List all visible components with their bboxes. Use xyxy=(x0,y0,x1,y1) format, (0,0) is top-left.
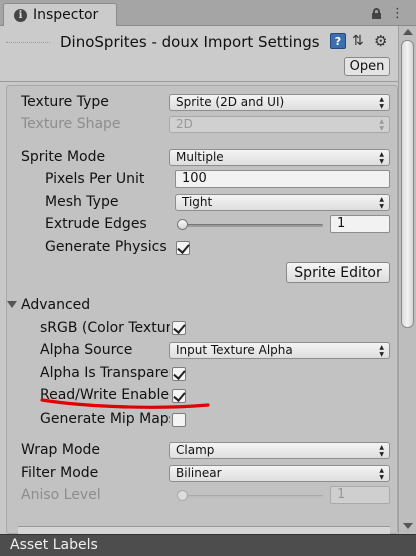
aniso-level-slider xyxy=(180,495,323,498)
alpha-transparency-checkbox[interactable] xyxy=(172,367,186,381)
dropdown-arrow-icon: ▲ ▼ xyxy=(379,467,384,481)
texture-type-dropdown[interactable]: Sprite (2D and UI) ▲ ▼ xyxy=(169,94,390,111)
wrap-mode-dropdown[interactable]: Clamp ▲ ▼ xyxy=(169,442,390,459)
sprite-editor-button[interactable]: Sprite Editor xyxy=(286,262,390,283)
extrude-edges-field[interactable]: 1 xyxy=(330,215,390,233)
vertical-scrollbar[interactable] xyxy=(398,26,416,534)
pixels-per-unit-field[interactable]: 100 xyxy=(175,170,390,188)
generate-physics-checkbox[interactable] xyxy=(176,241,190,255)
filter-mode-dropdown[interactable]: Bilinear ▲ ▼ xyxy=(169,465,390,482)
sliders-icon[interactable]: ⇅ xyxy=(352,33,368,49)
aniso-level-slider-knob xyxy=(177,490,188,501)
dropdown-arrow-icon: ▲ ▼ xyxy=(379,96,384,110)
gear-icon[interactable]: ⚙ xyxy=(374,33,390,49)
wrap-mode-label: Wrap Mode xyxy=(21,442,101,458)
alpha-source-value: Input Texture Alpha xyxy=(176,343,293,357)
texture-type-label: Texture Type xyxy=(21,94,109,110)
pixels-per-unit-label: Pixels Per Unit xyxy=(45,171,145,187)
generate-mip-maps-label: Generate Mip Maps xyxy=(40,411,170,427)
sprite-mode-dropdown[interactable]: Multiple ▲ ▼ xyxy=(169,149,390,166)
dropdown-arrow-icon: ▲ ▼ xyxy=(379,196,384,210)
asset-thumbnail xyxy=(6,42,50,62)
extrude-edges-slider[interactable] xyxy=(180,224,323,227)
dropdown-arrow-icon: ▲ ▼ xyxy=(379,344,384,358)
aniso-level-label: Aniso Level xyxy=(21,487,101,503)
filter-mode-value: Bilinear xyxy=(176,466,222,480)
info-icon: i xyxy=(14,8,27,22)
mesh-type-label: Mesh Type xyxy=(45,194,119,210)
context-menu-icon[interactable]: ⋮ xyxy=(391,7,404,20)
mesh-type-dropdown[interactable]: Tight ▲ ▼ xyxy=(175,194,390,211)
generate-physics-label: Generate Physics Shape xyxy=(45,239,170,255)
red-underline-annotation xyxy=(40,398,210,409)
help-icon[interactable]: ? xyxy=(330,33,346,49)
lock-icon[interactable] xyxy=(372,8,381,19)
tab-bar: i Inspector ⋮ xyxy=(0,0,416,26)
dropdown-arrow-icon: ▲ ▼ xyxy=(379,151,384,165)
cut-off-revert-apply-row xyxy=(18,526,390,534)
tab-inspector[interactable]: i Inspector xyxy=(3,3,117,26)
scroll-up-icon[interactable] xyxy=(403,29,413,35)
advanced-foldout-label[interactable]: Advanced xyxy=(21,297,141,313)
wrap-mode-value: Clamp xyxy=(176,443,215,457)
scroll-down-icon[interactable] xyxy=(403,523,413,529)
aniso-level-field: 1 xyxy=(330,486,390,504)
texture-shape-label: Texture Shape xyxy=(21,116,121,132)
sprite-mode-value: Multiple xyxy=(176,150,224,164)
alpha-source-dropdown[interactable]: Input Texture Alpha ▲ ▼ xyxy=(169,342,390,359)
filter-mode-label: Filter Mode xyxy=(21,465,99,481)
texture-shape-value: 2D xyxy=(176,117,193,131)
mesh-type-value: Tight xyxy=(182,195,213,209)
sprite-mode-label: Sprite Mode xyxy=(21,149,106,165)
page-title: DinoSprites - doux Import Settings xyxy=(60,33,320,51)
asset-labels-title: Asset Labels xyxy=(10,537,98,553)
generate-mip-maps-checkbox[interactable] xyxy=(172,413,186,427)
extrude-edges-slider-knob[interactable] xyxy=(177,219,188,230)
alpha-transparency-label: Alpha Is Transparency xyxy=(40,365,170,381)
alpha-source-label: Alpha Source xyxy=(40,342,133,358)
asset-labels-bar[interactable]: Asset Labels xyxy=(0,534,416,556)
srgb-checkbox[interactable] xyxy=(172,321,186,335)
extrude-edges-label: Extrude Edges xyxy=(45,216,147,232)
open-button[interactable]: Open xyxy=(344,57,390,76)
texture-type-value: Sprite (2D and UI) xyxy=(176,95,285,109)
dropdown-arrow-icon: ▲ ▼ xyxy=(379,118,384,132)
dropdown-arrow-icon: ▲ ▼ xyxy=(379,444,384,458)
tab-label: Inspector xyxy=(33,7,99,23)
import-settings-header: DinoSprites - doux Import Settings ? ⇅ ⚙… xyxy=(0,26,398,82)
chevron-down-icon[interactable] xyxy=(7,301,17,308)
srgb-label: sRGB (Color Texture) xyxy=(40,320,170,336)
texture-shape-dropdown: 2D ▲ ▼ xyxy=(169,116,390,133)
scroll-thumb[interactable] xyxy=(401,40,414,328)
